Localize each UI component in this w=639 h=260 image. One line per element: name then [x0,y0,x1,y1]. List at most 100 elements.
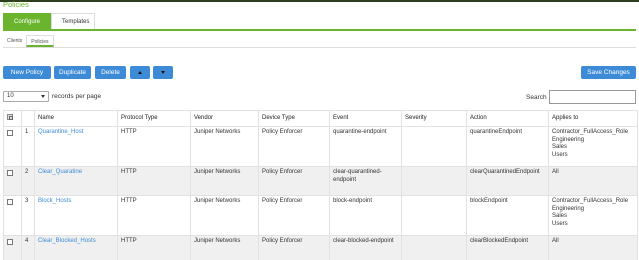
row-checkbox-cell [3,235,22,260]
applies-to-header[interactable]: Applies to [548,110,638,127]
tab-configure[interactable]: Configure [3,13,51,29]
applies-to-item: Contractor_FullAccess_Role [552,129,629,135]
event-cell: clear-blocked-endpoint [329,235,402,260]
row-checkbox[interactable] [7,170,13,176]
chevron-down-icon [41,95,45,98]
save-changes-button[interactable]: Save Changes [581,66,636,79]
policy-name-link[interactable]: Block_Hosts [38,198,71,204]
table-row: 3 Block_Hosts HTTP Juniper Networks Poli… [3,195,638,236]
action-cell: clearQuarantinedEndpoint [466,166,549,196]
device-type-cell: Policy Enforcer [258,166,330,196]
applies-to-item: Users [552,151,568,158]
applies-to-item: All [552,169,559,175]
search-input[interactable] [549,90,636,104]
duplicate-button[interactable]: Duplicate [54,66,91,79]
event-header[interactable]: Event [329,110,402,127]
subtab-clients[interactable]: Clients [3,35,26,47]
move-down-button[interactable] [153,66,173,79]
subtab-divider [3,47,636,48]
vendor-cell: Juniper Networks [190,195,259,236]
records-per-page-value: 10 [7,93,14,99]
top-rule [0,0,639,2]
device-type-cell: Policy Enforcer [258,195,330,236]
applies-to-item: Engineering [552,205,585,212]
applies-to-item: Engineering [552,136,585,143]
action-cell: clearBlockedEndpoint [466,235,549,260]
move-up-button[interactable] [130,66,150,79]
device-type-header[interactable]: Device Type [258,110,330,127]
delete-button[interactable]: Delete [95,66,126,79]
row-checkbox[interactable] [7,199,13,205]
severity-header[interactable]: Severity [401,110,467,127]
protocol-cell: HTTP [117,235,191,260]
table-row: 1 Quarantine_Host HTTP Juniper Networks … [3,126,638,167]
name-header[interactable]: Name [34,110,118,127]
select-all-icon[interactable] [7,113,13,120]
row-number: 1 [21,126,35,167]
records-per-page-select[interactable]: 10 [3,91,49,102]
row-checkbox-cell [3,195,22,236]
protocol-cell: HTTP [117,195,191,236]
policies-table: Name Protocol Type Vendor Device Type Ev… [3,110,638,260]
policy-name-link[interactable]: Clear_Quaratine [38,169,82,175]
policy-name-link[interactable]: Quarantine_Host [38,129,83,135]
severity-cell [401,195,467,236]
tab-divider [3,29,636,31]
severity-cell [401,166,467,196]
action-header[interactable]: Action [466,110,549,127]
page-title: Policies [3,0,29,9]
event-cell: quarantine-endpoint [329,126,402,167]
vendor-cell: Juniper Networks [190,235,259,260]
policy-name-link[interactable]: Clear_Blocked_Hosts [38,238,96,244]
event-cell: clear-quarantined-endpoint [329,166,402,196]
name-cell: Clear_Blocked_Hosts [34,235,118,260]
subtab-policies[interactable]: Policies [26,35,54,47]
search-label: Search [526,94,547,101]
table-row: 4 Clear_Blocked_Hosts HTTP Juniper Netwo… [3,235,638,260]
vendor-cell: Juniper Networks [190,166,259,196]
applies-to-cell: Contractor_FullAccess_Role Engineering S… [548,126,638,167]
arrow-up-icon [138,70,142,74]
arrow-down-icon [161,70,165,74]
applies-to-item: Sales [552,144,568,150]
row-number: 2 [21,166,35,196]
action-cell: blockEndpoint [466,195,549,236]
severity-cell [401,235,467,260]
protocol-cell: HTTP [117,166,191,196]
row-checkbox-cell [3,166,22,196]
name-cell: Clear_Quaratine [34,166,118,196]
row-number: 4 [21,235,35,260]
table-row: 2 Clear_Quaratine HTTP Juniper Networks … [3,166,638,196]
row-checkbox-cell [3,126,22,167]
applies-to-item: Contractor_FullAccess_Role [552,198,629,204]
vendor-header[interactable]: Vendor [190,110,259,127]
row-number-header [21,110,35,127]
vendor-cell: Juniper Networks [190,126,259,167]
event-cell: block-endpoint [329,195,402,236]
device-type-cell: Policy Enforcer [258,235,330,260]
applies-to-item: All [552,238,559,244]
main-tabs: Configure Templates [3,13,95,29]
row-checkbox[interactable] [7,130,13,136]
applies-to-item: Users [552,220,568,227]
applies-to-item: Sales [552,213,568,219]
row-number: 3 [21,195,35,236]
sub-tabs: Clients Policies [3,35,54,47]
protocol-type-header[interactable]: Protocol Type [117,110,191,127]
action-cell: quarantineEndpoint [466,126,549,167]
name-cell: Quarantine_Host [34,126,118,167]
protocol-cell: HTTP [117,126,191,167]
severity-cell [401,126,467,167]
applies-to-cell: All [548,235,638,260]
applies-to-cell: All [548,166,638,196]
select-all-header[interactable] [3,110,22,127]
records-per-page-label: records per page [52,93,102,100]
tab-templates[interactable]: Templates [51,13,95,29]
name-cell: Block_Hosts [34,195,118,236]
applies-to-cell: Contractor_FullAccess_Role Engineering S… [548,195,638,236]
records-per-page: 10 records per page [3,91,101,102]
new-policy-button[interactable]: New Policy [3,66,51,79]
device-type-cell: Policy Enforcer [258,126,330,167]
table-header-row: Name Protocol Type Vendor Device Type Ev… [3,110,638,127]
row-checkbox[interactable] [7,239,13,245]
